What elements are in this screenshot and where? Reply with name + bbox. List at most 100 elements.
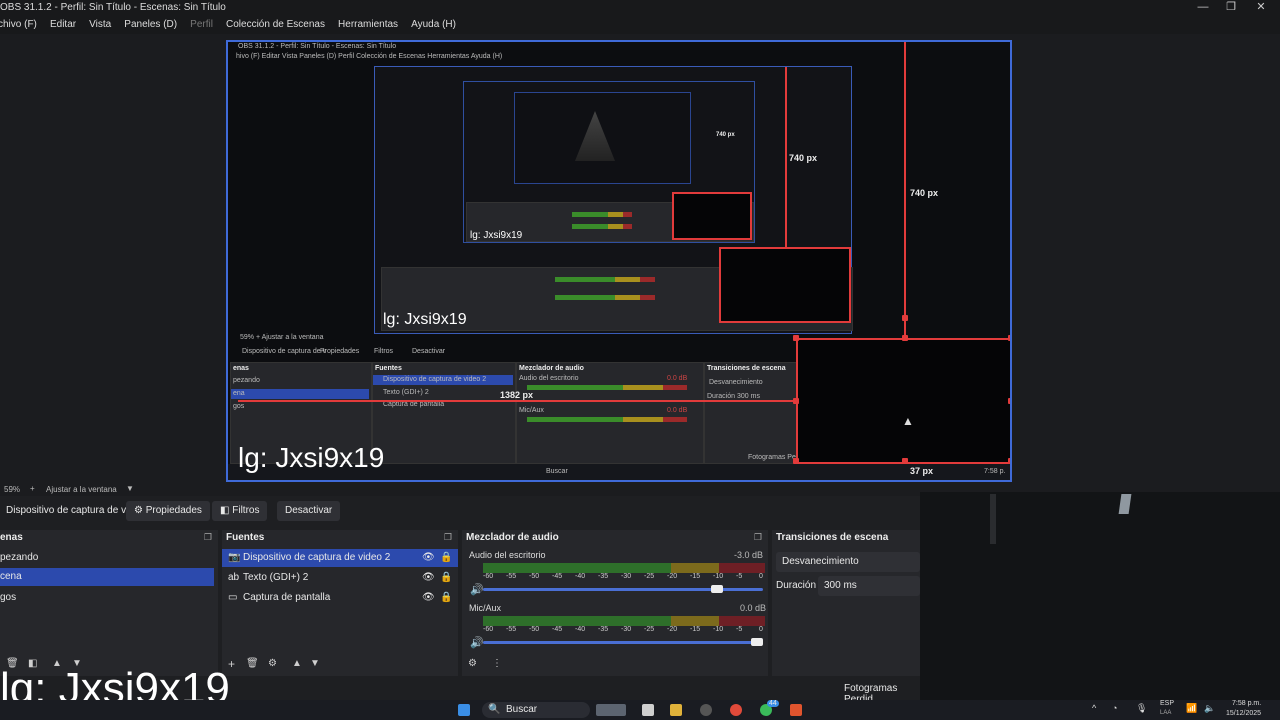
zoom-in-button[interactable]: + bbox=[30, 484, 35, 493]
menu-paneles[interactable]: Paneles (D) bbox=[124, 16, 177, 34]
eye-icon[interactable]: 👁 bbox=[422, 569, 435, 587]
network-icon[interactable]: ◔ bbox=[1112, 703, 1117, 713]
resize-handle-br[interactable] bbox=[1008, 458, 1010, 464]
properties-label: Propiedades bbox=[145, 505, 202, 516]
source-settings-icon[interactable]: ⚙ bbox=[268, 658, 277, 669]
resize-handle-tl[interactable] bbox=[793, 335, 799, 341]
close-button[interactable]: ✕ bbox=[1246, 0, 1276, 16]
preview-canvas[interactable]: OBS 31.1.2 - Perfil: Sin Título - Escena… bbox=[226, 40, 1012, 482]
nested-height-label-3: 740 px bbox=[789, 153, 818, 163]
source-item-selected[interactable]: 📷 Dispositivo de captura de video 2 👁 🔒 bbox=[222, 549, 458, 567]
inner-height-label: 740 px bbox=[716, 132, 735, 138]
title-bar: OBS 31.1.2 - Perfil: Sin Título - Escena… bbox=[0, 0, 1280, 16]
meter-tick-label: -45 bbox=[552, 626, 563, 633]
advanced-audio-icon[interactable]: ⚙ bbox=[468, 658, 477, 669]
more-options-icon[interactable]: ⋮ bbox=[492, 658, 502, 669]
resize-handle-tr[interactable] bbox=[1008, 335, 1010, 341]
windows-start-icon[interactable] bbox=[458, 704, 470, 716]
chevron-up-icon[interactable]: ^ bbox=[1092, 703, 1096, 713]
resize-handle-l[interactable] bbox=[793, 398, 799, 404]
obs-icon[interactable] bbox=[700, 704, 712, 716]
speaker-icon[interactable]: 🔊 bbox=[470, 636, 484, 649]
nested-mixer-db: 0.0 dB bbox=[667, 375, 688, 382]
eye-icon[interactable]: 👁 bbox=[422, 549, 435, 567]
file-explorer-icon[interactable] bbox=[670, 704, 682, 716]
menu-archivo[interactable]: Archivo (F) bbox=[0, 16, 37, 34]
nested-source-item: Dispositivo de captura de video 2 bbox=[383, 376, 487, 383]
taskbar: 🔍 Buscar 44 ^ ◔ 🎙 ESP LAA 📶 🔈 7:58 p.m. … bbox=[0, 700, 1280, 720]
nested-toolbar-deactivate: Desactivar bbox=[412, 348, 446, 355]
nested-meter-3b bbox=[555, 295, 655, 300]
notification-badge: 44 bbox=[767, 700, 779, 707]
lock-icon[interactable]: 🔒 bbox=[440, 549, 452, 567]
speaker-icon[interactable]: 🔊 bbox=[470, 583, 484, 596]
meter-tick-label: -40 bbox=[575, 626, 586, 633]
zoom-level[interactable]: 59% bbox=[4, 485, 20, 494]
volume-slider-knob[interactable] bbox=[710, 585, 723, 593]
menu-coleccion-escenas[interactable]: Colección de Escenas bbox=[226, 16, 325, 34]
meter-tick-label: -45 bbox=[552, 573, 563, 580]
duration-label: Duración bbox=[776, 580, 817, 591]
brave-icon[interactable] bbox=[790, 704, 802, 716]
nested-preview-2: lg: Jxsi9x19 740 px lg: Jxsi9x19 bbox=[374, 66, 853, 334]
dock-undock-icon[interactable]: ❐ bbox=[444, 532, 452, 543]
resize-handle-b[interactable] bbox=[902, 458, 908, 464]
scene-item-selected[interactable]: cena bbox=[0, 568, 214, 586]
guide-handle[interactable] bbox=[902, 315, 908, 321]
nested-transitions-dock: Transiciones de escena Desvanecimiento D… bbox=[704, 362, 798, 464]
menu-perfil[interactable]: Perfil bbox=[190, 16, 213, 34]
lock-icon[interactable]: 🔒 bbox=[440, 569, 452, 587]
fit-window-button[interactable]: Ajustar a la ventana bbox=[46, 485, 117, 494]
camera-icon: 📷 bbox=[228, 552, 241, 563]
task-view-icon[interactable] bbox=[642, 704, 654, 716]
move-down-icon[interactable]: ▼ bbox=[310, 658, 320, 669]
dock-undock-icon[interactable]: ❐ bbox=[754, 532, 762, 543]
scene-item[interactable]: gos bbox=[0, 589, 218, 607]
source-item[interactable]: ▭ Captura de pantalla 👁 🔒 bbox=[222, 589, 458, 607]
filters-button[interactable]: ◧ Filtros bbox=[212, 501, 268, 521]
resize-handle-t[interactable] bbox=[902, 335, 908, 341]
lock-icon[interactable]: 🔒 bbox=[440, 589, 452, 607]
zoom-dropdown-icon[interactable]: ▼ bbox=[126, 484, 134, 493]
taskbar-search[interactable]: 🔍 Buscar bbox=[482, 702, 590, 718]
menu-vista[interactable]: Vista bbox=[89, 16, 111, 34]
deactivate-button[interactable]: Desactivar bbox=[277, 501, 341, 521]
language-sub: LAA bbox=[1160, 710, 1172, 716]
volume-slider-knob[interactable] bbox=[751, 638, 763, 646]
nested-mixer-title: Mezclador de audio bbox=[519, 365, 584, 372]
eye-icon[interactable]: 👁 bbox=[422, 589, 435, 607]
remove-source-icon[interactable]: 🗑 bbox=[246, 658, 259, 669]
meter-tick-label: -55 bbox=[506, 626, 517, 633]
language-indicator[interactable]: ESP bbox=[1160, 700, 1174, 707]
current-source-name: Dispositivo de captura de v bbox=[6, 505, 127, 516]
nested-scene-item: gos bbox=[233, 403, 245, 410]
minimize-button[interactable]: — bbox=[1188, 0, 1218, 16]
transition-select[interactable]: Desvanecimiento bbox=[776, 552, 920, 572]
nested-duration-label: Duración bbox=[707, 393, 736, 400]
volume-icon[interactable]: 🔈 bbox=[1204, 703, 1215, 714]
menu-herramientas[interactable]: Herramientas bbox=[338, 16, 398, 34]
dock-undock-icon[interactable]: ❐ bbox=[204, 532, 212, 543]
selected-source-box[interactable]: ▲ bbox=[796, 338, 1010, 464]
maximize-button[interactable]: ❐ bbox=[1216, 0, 1246, 16]
resize-handle-r[interactable] bbox=[1008, 398, 1010, 404]
nested-transitions-title: Transiciones de escena bbox=[707, 365, 786, 372]
nested-preview-4 bbox=[514, 92, 691, 184]
duration-input[interactable]: 300 ms bbox=[818, 576, 920, 596]
meter-tick-label: -10 bbox=[713, 626, 724, 633]
menu-editar[interactable]: Editar bbox=[50, 16, 76, 34]
properties-button[interactable]: ⚙ Propiedades bbox=[126, 501, 210, 521]
move-up-icon[interactable]: ▲ bbox=[292, 658, 302, 669]
scene-item[interactable]: pezando bbox=[0, 549, 218, 567]
mic-icon[interactable]: 🎙 bbox=[1136, 703, 1147, 714]
widget-icon[interactable] bbox=[596, 704, 626, 716]
chrome-icon[interactable] bbox=[730, 704, 742, 716]
channel-db: 0.0 dB bbox=[740, 603, 767, 613]
source-item[interactable]: ab Texto (GDI+) 2 👁 🔒 bbox=[222, 569, 458, 587]
wifi-icon[interactable]: 📶 bbox=[1186, 703, 1197, 714]
nested-scene-item: pezando bbox=[233, 377, 260, 384]
volume-slider[interactable] bbox=[483, 641, 763, 644]
clock-time[interactable]: 7:58 p.m. bbox=[1232, 700, 1261, 707]
menu-ayuda[interactable]: Ayuda (H) bbox=[411, 16, 456, 34]
resize-handle-bl[interactable] bbox=[793, 458, 799, 464]
